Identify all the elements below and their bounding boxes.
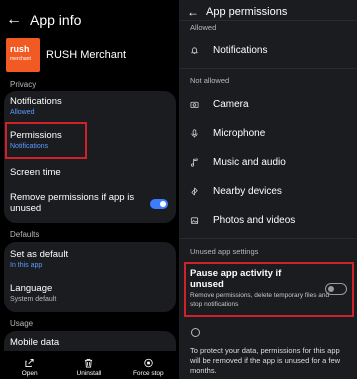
header-divider bbox=[179, 20, 357, 21]
bottom-action-bar: Open Uninstall Force stop bbox=[0, 351, 178, 379]
page-title: App info bbox=[30, 12, 82, 28]
section-divider bbox=[179, 68, 357, 69]
app-info-screen: ← App info rush merchant RUSH Merchant P… bbox=[0, 0, 178, 379]
notifications-title: Notifications bbox=[10, 96, 62, 107]
language-status: System default bbox=[10, 296, 57, 303]
permission-item-music-audio[interactable]: Music and audio bbox=[190, 155, 286, 169]
permission-name: Music and audio bbox=[213, 156, 286, 168]
bell-icon bbox=[191, 46, 198, 54]
page-title: App permissions bbox=[206, 6, 288, 18]
section-divider bbox=[179, 238, 357, 239]
app-permissions-screen: ← App permissions Allowed Notifications … bbox=[179, 0, 357, 379]
force-stop-icon bbox=[144, 358, 153, 368]
app-permissions-header: ← App permissions bbox=[187, 4, 287, 20]
open-button[interactable]: Open bbox=[5, 358, 55, 377]
uninstall-label: Uninstall bbox=[76, 370, 102, 377]
open-label: Open bbox=[21, 370, 38, 377]
info-icon bbox=[191, 328, 200, 337]
defaults-card: Set as default In this app Language Syst… bbox=[4, 242, 176, 312]
screen-time-item[interactable]: Screen time bbox=[10, 167, 170, 178]
permission-name: Camera bbox=[213, 98, 249, 110]
permission-item-notifications[interactable]: Notifications bbox=[190, 43, 267, 57]
permission-item-photos-videos[interactable]: Photos and videos bbox=[190, 213, 295, 227]
app-logo: rush merchant bbox=[6, 38, 40, 72]
screen-time-title: Screen time bbox=[10, 167, 61, 178]
notifications-item[interactable]: Notifications Allowed bbox=[10, 96, 170, 117]
permission-name: Microphone bbox=[213, 127, 266, 139]
pause-activity-highlight-box bbox=[184, 262, 354, 317]
back-arrow-icon[interactable]: ← bbox=[6, 11, 22, 29]
force-stop-label: Force stop bbox=[132, 370, 164, 377]
photos-icon bbox=[190, 216, 199, 224]
set-as-default-title: Set as default bbox=[10, 249, 69, 260]
app-info-header: ← App info bbox=[6, 10, 81, 30]
permission-item-microphone[interactable]: Microphone bbox=[190, 126, 265, 140]
trash-icon bbox=[85, 358, 93, 368]
unused-app-info-text: To protect your data, permissions for th… bbox=[190, 346, 341, 375]
open-external-icon bbox=[25, 358, 34, 368]
not-allowed-label: Not allowed bbox=[190, 76, 230, 85]
uninstall-button[interactable]: Uninstall bbox=[64, 358, 114, 377]
section-label-defaults: Defaults bbox=[10, 230, 40, 239]
remove-permissions-title: Remove permissions if app is unused bbox=[10, 192, 135, 214]
language-item[interactable]: Language System default bbox=[10, 283, 170, 304]
remove-permissions-item[interactable]: Remove permissions if app is unused bbox=[10, 192, 136, 214]
camera-icon bbox=[190, 101, 199, 108]
back-arrow-icon[interactable]: ← bbox=[187, 5, 199, 19]
music-icon bbox=[190, 157, 198, 167]
permission-item-nearby-devices[interactable]: Nearby devices bbox=[190, 184, 282, 198]
allowed-label: Allowed bbox=[190, 23, 217, 32]
mobile-data-item[interactable]: Mobile data bbox=[10, 337, 170, 348]
section-label-usage: Usage bbox=[10, 319, 34, 328]
permission-name: Photos and videos bbox=[213, 214, 296, 226]
set-as-default-status: In this app bbox=[10, 262, 43, 269]
set-as-default-item[interactable]: Set as default In this app bbox=[10, 249, 170, 270]
permission-item-camera[interactable]: Camera bbox=[190, 97, 249, 111]
logo-text: rush bbox=[10, 44, 30, 54]
permission-name: Nearby devices bbox=[213, 185, 282, 197]
app-identity: rush merchant RUSH Merchant bbox=[6, 38, 126, 72]
permission-name: Notifications bbox=[213, 44, 268, 56]
logo-subtext: merchant bbox=[10, 56, 31, 62]
remove-permissions-toggle[interactable] bbox=[150, 199, 168, 209]
force-stop-button[interactable]: Force stop bbox=[123, 358, 173, 377]
permissions-highlight-box bbox=[5, 122, 87, 159]
microphone-icon bbox=[191, 128, 198, 138]
app-name: RUSH Merchant bbox=[46, 49, 127, 61]
nearby-devices-icon bbox=[191, 187, 198, 195]
mobile-data-title: Mobile data bbox=[10, 337, 60, 348]
unused-app-settings-label: Unused app settings bbox=[190, 247, 259, 256]
notifications-status: Allowed bbox=[10, 109, 35, 116]
language-title: Language bbox=[10, 283, 53, 294]
section-label-privacy: Privacy bbox=[10, 80, 37, 89]
